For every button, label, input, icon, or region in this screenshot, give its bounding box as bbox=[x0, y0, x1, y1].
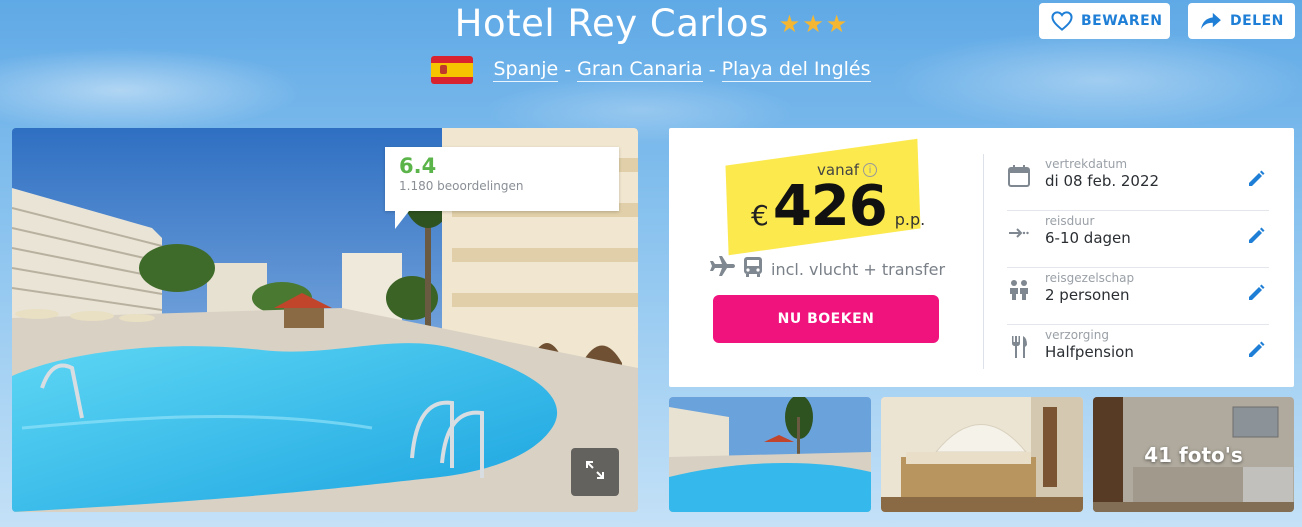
breadcrumb: Spanje - Gran Canaria - Playa del Inglés bbox=[0, 56, 1302, 84]
detail-value: 6-10 dagen bbox=[1045, 229, 1131, 247]
save-button[interactable]: BEWAREN bbox=[1039, 3, 1170, 39]
booking-card: vanaf i € 426 p.p. incl. vlucht + transf… bbox=[669, 128, 1294, 387]
book-now-button[interactable]: NU BOEKEN bbox=[713, 295, 939, 343]
photo-count: 41 foto's bbox=[1144, 443, 1243, 467]
price: € 426 p.p. bbox=[751, 174, 925, 239]
calendar-icon bbox=[1007, 164, 1031, 188]
rating-box[interactable]: 6.4 1.180 beoordelingen bbox=[385, 147, 619, 229]
breadcrumb-separator: - bbox=[564, 59, 572, 81]
includes-row: incl. vlucht + transfer bbox=[709, 256, 945, 282]
share-button[interactable]: DELEN bbox=[1188, 3, 1295, 39]
hotel-title: Hotel Rey Carlos bbox=[454, 2, 769, 45]
plane-icon bbox=[709, 256, 735, 282]
edit-pencil-icon[interactable] bbox=[1247, 170, 1265, 192]
price-currency: € bbox=[751, 199, 769, 232]
price-amount: 426 bbox=[772, 174, 888, 239]
thumbnail-bedroom[interactable] bbox=[881, 397, 1083, 512]
star-icon: ★ bbox=[802, 9, 824, 38]
share-arrow-icon bbox=[1200, 12, 1222, 30]
star-icon: ★ bbox=[778, 9, 801, 38]
spain-flag-icon bbox=[431, 56, 474, 84]
breadcrumb-separator: - bbox=[708, 59, 716, 81]
share-label: DELEN bbox=[1230, 13, 1284, 29]
rating-score: 6.4 bbox=[399, 154, 437, 178]
heart-icon bbox=[1051, 11, 1073, 31]
detail-value: di 08 feb. 2022 bbox=[1045, 172, 1160, 190]
detail-value: 2 personen bbox=[1045, 286, 1130, 304]
detail-board[interactable]: verzorging Halfpension bbox=[1007, 325, 1269, 382]
includes-text: incl. vlucht + transfer bbox=[771, 259, 946, 279]
edit-pencil-icon[interactable] bbox=[1247, 284, 1265, 306]
edit-pencil-icon[interactable] bbox=[1247, 341, 1265, 363]
detail-duration[interactable]: reisduur 6-10 dagen bbox=[1007, 211, 1269, 268]
star-icon: ★ bbox=[825, 9, 848, 38]
thumbnail-room[interactable]: 41 foto's bbox=[1093, 397, 1294, 512]
detail-departure-date[interactable]: vertrekdatum di 08 feb. 2022 bbox=[1007, 154, 1269, 211]
people-icon bbox=[1007, 278, 1031, 302]
breadcrumb-resort[interactable]: Playa del Inglés bbox=[721, 58, 871, 82]
detail-label: verzorging bbox=[1045, 328, 1109, 342]
detail-label: reisgezelschap bbox=[1045, 271, 1135, 285]
breadcrumb-country[interactable]: Spanje bbox=[493, 58, 559, 82]
detail-travel-party[interactable]: reisgezelschap 2 personen bbox=[1007, 268, 1269, 325]
cutlery-icon bbox=[1007, 335, 1031, 359]
duration-icon bbox=[1007, 221, 1031, 245]
edit-pencil-icon[interactable] bbox=[1247, 227, 1265, 249]
detail-value: Halfpension bbox=[1045, 343, 1134, 361]
star-rating: ★ ★ ★ bbox=[779, 12, 848, 36]
bus-icon bbox=[743, 256, 763, 282]
expand-icon bbox=[585, 460, 605, 484]
save-label: BEWAREN bbox=[1081, 13, 1163, 29]
breadcrumb-island[interactable]: Gran Canaria bbox=[577, 58, 703, 82]
expand-photo-button[interactable] bbox=[571, 448, 619, 496]
detail-label: reisduur bbox=[1045, 214, 1095, 228]
thumbnail-pool[interactable] bbox=[669, 397, 871, 512]
divider bbox=[983, 154, 984, 369]
detail-label: vertrekdatum bbox=[1045, 157, 1128, 171]
review-count: 1.180 beoordelingen bbox=[399, 179, 524, 193]
price-per-person: p.p. bbox=[894, 210, 926, 229]
